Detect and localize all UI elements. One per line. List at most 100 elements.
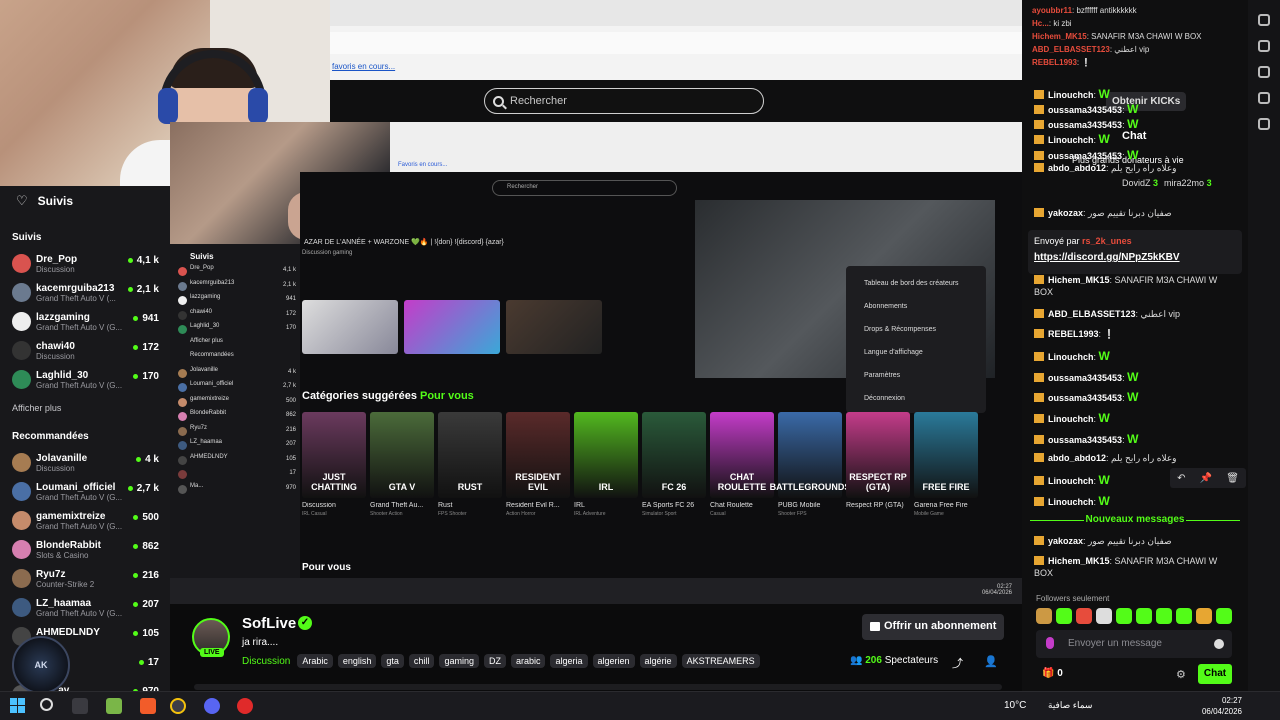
chat-username[interactable]: abdo_abdo12 xyxy=(1048,163,1106,173)
chat-username[interactable]: Linouchch xyxy=(1048,90,1094,100)
chat-message[interactable]: Hichem_MK15: SANAFIR M3A CHAWI W xyxy=(1034,556,1217,566)
chat-username[interactable]: yakozax xyxy=(1048,208,1083,218)
favorites-link[interactable]: favoris en cours... xyxy=(332,62,395,71)
sidebar-channel[interactable]: Ryu7z Counter-Strike 2 216 xyxy=(0,564,170,593)
stream-tag[interactable]: algerien xyxy=(592,654,635,668)
stream-tag[interactable]: gta xyxy=(381,654,404,668)
task-view-icon[interactable] xyxy=(72,698,88,714)
stream-tag[interactable]: algeria xyxy=(550,654,588,668)
stream-tag[interactable]: chill xyxy=(408,654,435,668)
taskbar-search-icon[interactable] xyxy=(40,698,53,711)
stream-tag[interactable]: DZ xyxy=(483,654,506,668)
sidebar-header[interactable]: ♡ Suivis xyxy=(0,186,170,216)
chat-message[interactable]: Linouchch: W xyxy=(1034,132,1110,146)
chat-message[interactable]: Linouchch: W xyxy=(1034,349,1110,363)
search-icon[interactable] xyxy=(1258,14,1270,26)
chat-username[interactable]: oussama3435453 xyxy=(1048,393,1122,403)
weather-text[interactable]: سماء صافية xyxy=(1048,700,1092,711)
chat-username[interactable]: oussama3435453 xyxy=(1048,373,1122,383)
sidebar-channel[interactable]: Dre_Pop Discussion 4,1 k xyxy=(0,249,170,278)
sidebar-channel[interactable]: chawi40 Discussion 172 xyxy=(0,336,170,365)
chat-icon[interactable] xyxy=(1258,40,1270,52)
new-messages-divider[interactable]: Nouveaux messages xyxy=(1022,514,1248,528)
chat-username[interactable]: yakozax xyxy=(1048,536,1083,546)
sidebar-channel[interactable]: lazzgaming Grand Theft Auto V (G... 941 xyxy=(0,307,170,336)
chat-message[interactable]: oussama3435453: W xyxy=(1034,370,1138,384)
inner-menu-item: Tableau de bord des créateurs xyxy=(864,280,959,287)
sidebar-channel[interactable]: gamemixtreize Grand Theft Auto V (G... 500 xyxy=(0,506,170,535)
brave-icon[interactable] xyxy=(140,698,156,714)
chat-message[interactable]: Linouchch: W xyxy=(1034,87,1110,101)
chat-message[interactable]: REBEL1993: ❕ xyxy=(1034,329,1115,340)
search-input[interactable]: Rechercher xyxy=(484,88,764,114)
chat-username[interactable]: Linouchch xyxy=(1048,414,1094,424)
sidebar-channel[interactable]: LZ_haamaa Grand Theft Auto V (G... 207 xyxy=(0,593,170,622)
stream-tag[interactable]: gaming xyxy=(439,654,479,668)
chat-message[interactable]: abdo_abdo12: وعلاه راه رايح يلم xyxy=(1034,453,1177,464)
chat-message[interactable]: oussama3435453: W xyxy=(1034,148,1138,162)
chat-username[interactable]: oussama3435453 xyxy=(1048,120,1122,130)
stream-tag[interactable]: arabic xyxy=(510,654,546,668)
sidebar-channel[interactable]: BlondeRabbit Slots & Casino 862 xyxy=(0,535,170,564)
chat-username[interactable]: Linouchch xyxy=(1048,476,1094,486)
stream-tag[interactable]: english xyxy=(337,654,377,668)
chat-username[interactable]: Hichem_MK15 xyxy=(1048,556,1110,566)
chat-message[interactable]: abdo_abdo12: وعلاه راه رايح يلم xyxy=(1034,163,1177,174)
chat-username[interactable]: oussama3435453 xyxy=(1048,435,1122,445)
sidebar-channel[interactable]: Loumani_officiel Grand Theft Auto V (G...… xyxy=(0,477,170,506)
chat-message[interactable]: oussama3435453: W xyxy=(1034,432,1138,446)
sidebar-channel[interactable]: kacemrguiba213 Grand Theft Auto V (... 2,1… xyxy=(0,278,170,307)
mic-icon[interactable] xyxy=(1046,637,1054,649)
sidebar-channel[interactable]: Laghlid_30 Grand Theft Auto V (G... 170 xyxy=(0,365,170,394)
chat-message[interactable]: oussama3435453: W xyxy=(1034,117,1138,131)
pinned-message[interactable]: Envoyé par rs_2k_unes https://discord.gg… xyxy=(1028,230,1242,274)
chat-message[interactable]: oussama3435453: W xyxy=(1034,102,1138,116)
chrome-icon[interactable] xyxy=(170,698,186,714)
store-icon[interactable] xyxy=(106,698,122,714)
chat-message[interactable]: Linouchch: W xyxy=(1034,411,1110,425)
chat-username[interactable]: abdo_abdo12 xyxy=(1048,453,1106,463)
points-counter[interactable]: 🎁 0 xyxy=(1042,668,1063,679)
scroll-bar[interactable] xyxy=(194,684,1002,690)
user-icon[interactable]: 👤 xyxy=(984,655,998,668)
chat-message[interactable]: yakozax: صفيان دبرنا تقييم صور xyxy=(1034,536,1172,547)
show-more-link[interactable]: Afficher plus xyxy=(0,394,170,415)
chat-input[interactable]: Envoyer un message xyxy=(1036,630,1232,658)
stream-tag[interactable]: algérie xyxy=(639,654,677,668)
chat-username[interactable]: Linouchch xyxy=(1048,135,1094,145)
windows-start-icon[interactable] xyxy=(10,698,26,714)
sidebar-channel[interactable]: Jolavanille Discussion 4 k xyxy=(0,448,170,477)
chat-username[interactable]: Linouchch xyxy=(1048,497,1094,507)
discord-icon[interactable] xyxy=(204,698,220,714)
stream-tag[interactable]: AKSTREAMERS xyxy=(681,654,760,668)
chat-message[interactable]: yakozax: صفيان دبرنا تقييم صور xyxy=(1034,208,1172,219)
chat-username[interactable]: ABD_ELBASSET123 xyxy=(1048,309,1136,319)
gift-sub-button[interactable]: Offrir un abonnement xyxy=(862,614,1005,640)
send-chat-button[interactable]: Chat xyxy=(1198,664,1232,684)
chat-message[interactable]: Hichem_MK15: SANAFIR M3A CHAWI W xyxy=(1034,275,1217,285)
chat-message[interactable]: oussama3435453: W xyxy=(1034,390,1138,404)
chat-message[interactable]: Linouchch: W xyxy=(1034,494,1110,508)
weather-temp[interactable]: 10°C xyxy=(1004,700,1026,711)
emoji-icon[interactable] xyxy=(1214,639,1224,649)
pinned-link[interactable]: https://discord.gg/NPpZ5kKBV xyxy=(1034,252,1236,263)
bell-icon[interactable] xyxy=(1258,66,1270,78)
gear-icon[interactable]: ⚙ xyxy=(1176,668,1186,681)
share-icon[interactable]: ⤴ xyxy=(952,655,963,671)
note-icon[interactable] xyxy=(1258,92,1270,104)
stream-tag[interactable]: Arabic xyxy=(297,654,333,668)
chat-username[interactable]: Linouchch xyxy=(1048,352,1094,362)
chat-username[interactable]: oussama3435453 xyxy=(1048,151,1122,161)
chat-username[interactable]: oussama3435453 xyxy=(1048,105,1122,115)
chat-message[interactable]: Linouchch: W xyxy=(1034,473,1110,487)
emote-row[interactable] xyxy=(1036,608,1232,624)
chat-username[interactable]: Hichem_MK15 xyxy=(1048,275,1110,285)
clock[interactable]: 02:27 06/04/2026 xyxy=(1196,695,1242,717)
stream-category[interactable]: Discussion xyxy=(242,656,290,667)
gamepad-icon[interactable] xyxy=(1258,118,1270,130)
obs-icon[interactable] xyxy=(237,698,253,714)
message-tools[interactable]: ↶ 📌 🗑 xyxy=(1170,468,1246,488)
streamer-name[interactable]: SofLive xyxy=(242,615,296,632)
chat-message[interactable]: ABD_ELBASSET123: اعطني vip xyxy=(1034,309,1180,320)
chat-username[interactable]: REBEL1993 xyxy=(1048,329,1099,339)
